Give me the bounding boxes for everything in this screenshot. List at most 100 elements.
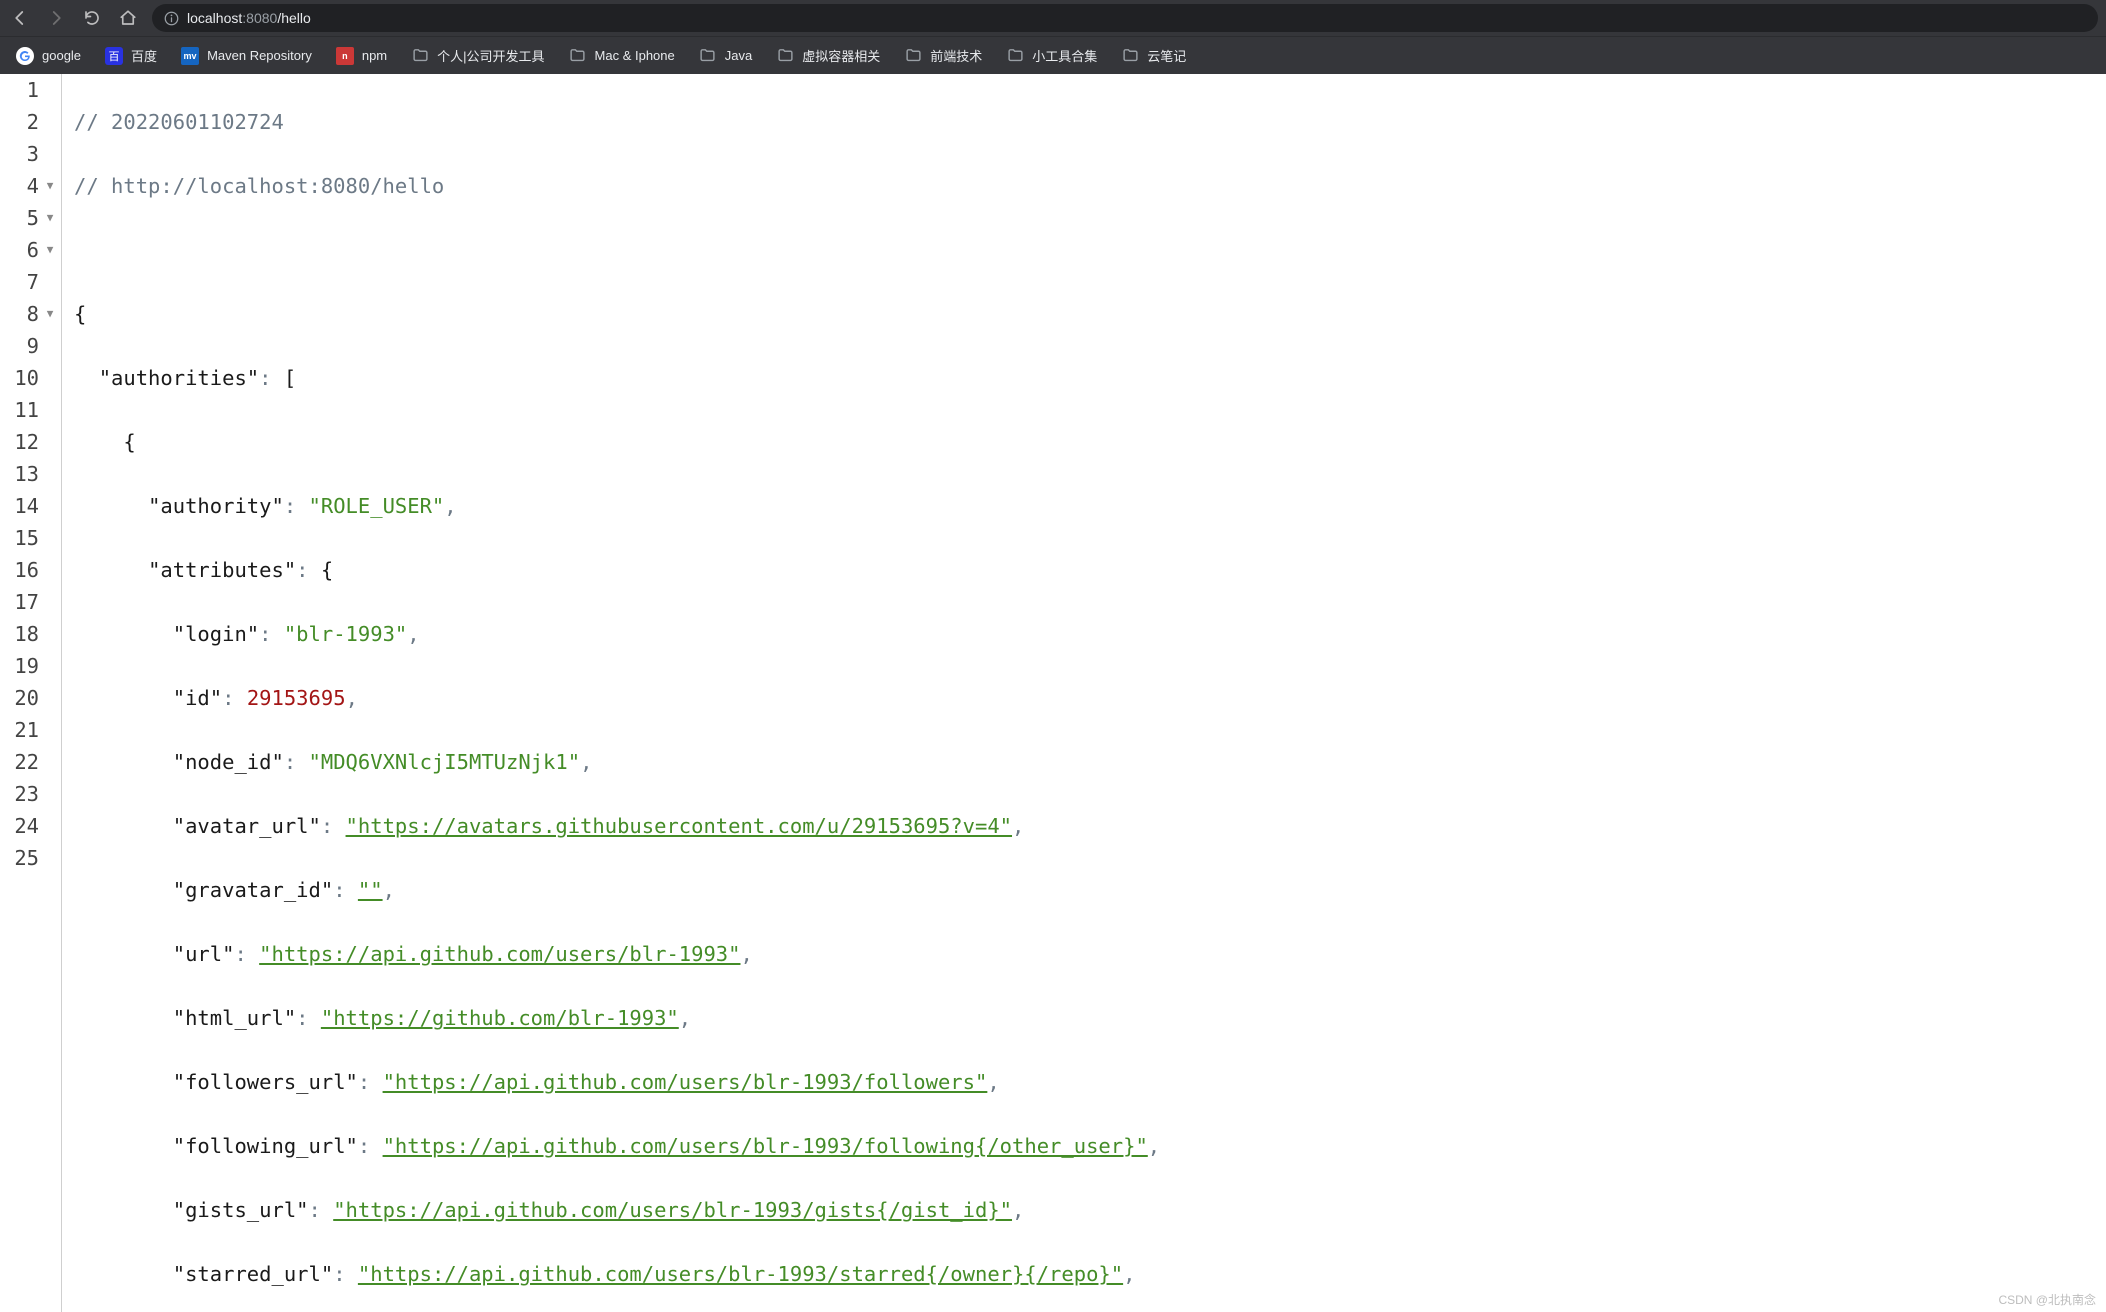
json-key: "starred_url" bbox=[173, 1262, 333, 1286]
json-key: "id" bbox=[173, 686, 222, 710]
line-number: 12 bbox=[0, 426, 55, 458]
json-link[interactable]: "https://api.github.com/users/blr-1993/f… bbox=[383, 1134, 1148, 1158]
browser-toolbar: localhost:8080/hello bbox=[0, 0, 2106, 36]
line-number: 6▼ bbox=[0, 234, 55, 266]
json-key: "avatar_url" bbox=[173, 814, 321, 838]
line-number: 5▼ bbox=[0, 202, 55, 234]
bookmark-item[interactable]: Java bbox=[689, 43, 762, 69]
watermark: CSDN @北执南念 bbox=[1998, 1291, 2096, 1308]
bookmark-label: 前端技术 bbox=[930, 46, 982, 65]
line-number: 23 bbox=[0, 778, 55, 810]
json-string: "MDQ6VXNlcjI5MTUzNjk1" bbox=[309, 750, 581, 774]
bookmark-item[interactable]: 小工具合集 bbox=[996, 42, 1107, 69]
json-link[interactable]: "" bbox=[358, 878, 383, 902]
folder-icon bbox=[904, 47, 922, 65]
bookmark-item[interactable]: 百百度 bbox=[95, 42, 167, 69]
fold-toggle-icon[interactable]: ▼ bbox=[45, 234, 55, 266]
bookmark-item[interactable]: 云笔记 bbox=[1111, 42, 1196, 69]
folder-icon bbox=[1121, 47, 1139, 65]
line-number: 15 bbox=[0, 522, 55, 554]
bookmark-item[interactable]: google bbox=[6, 43, 91, 69]
folder-icon bbox=[699, 47, 717, 65]
bookmark-label: 个人|公司开发工具 bbox=[437, 46, 544, 65]
bookmark-item[interactable]: Mac & Iphone bbox=[559, 43, 685, 69]
bookmark-item[interactable]: nnpm bbox=[326, 43, 397, 69]
line-number: 19 bbox=[0, 650, 55, 682]
comment: // 20220601102724 bbox=[74, 110, 284, 134]
json-viewer: 1234▼5▼6▼78▼9101112131415161718192021222… bbox=[0, 74, 2106, 1312]
comment: // http://localhost:8080/hello bbox=[74, 174, 444, 198]
folder-icon bbox=[1006, 47, 1024, 65]
line-number: 17 bbox=[0, 586, 55, 618]
json-link[interactable]: "https://api.github.com/users/blr-1993/f… bbox=[383, 1070, 988, 1094]
json-key: "node_id" bbox=[173, 750, 284, 774]
baidu-favicon-icon: 百 bbox=[105, 47, 123, 65]
address-bar[interactable]: localhost:8080/hello bbox=[152, 4, 2098, 32]
line-number: 4▼ bbox=[0, 170, 55, 202]
line-number-gutter: 1234▼5▼6▼78▼9101112131415161718192021222… bbox=[0, 74, 62, 1312]
bookmark-item[interactable]: 前端技术 bbox=[894, 42, 992, 69]
code-area: // 20220601102724 // http://localhost:80… bbox=[62, 74, 2106, 1312]
bookmarks-bar: google 百百度 mv Maven Repository nnpm 个人|公司开发工具… bbox=[0, 36, 2106, 74]
fold-toggle-icon[interactable]: ▼ bbox=[45, 170, 55, 202]
line-number: 20 bbox=[0, 682, 55, 714]
bookmark-item[interactable]: 虚拟容器相关 bbox=[766, 42, 890, 69]
fold-toggle-icon[interactable]: ▼ bbox=[45, 298, 55, 330]
line-number: 3 bbox=[0, 138, 55, 170]
folder-icon bbox=[411, 47, 429, 65]
site-info-icon[interactable] bbox=[164, 11, 179, 26]
json-key: "gravatar_id" bbox=[173, 878, 333, 902]
bookmark-item[interactable]: mv Maven Repository bbox=[171, 43, 322, 69]
bookmark-label: Maven Repository bbox=[207, 48, 312, 63]
json-key: "html_url" bbox=[173, 1006, 296, 1030]
line-number: 8▼ bbox=[0, 298, 55, 330]
line-number: 16 bbox=[0, 554, 55, 586]
json-key: "following_url" bbox=[173, 1134, 358, 1158]
line-number: 21 bbox=[0, 714, 55, 746]
line-number: 2 bbox=[0, 106, 55, 138]
folder-icon bbox=[569, 47, 587, 65]
json-key: "attributes" bbox=[148, 558, 296, 582]
json-key: "gists_url" bbox=[173, 1198, 309, 1222]
line-number: 7 bbox=[0, 266, 55, 298]
fold-toggle-icon[interactable]: ▼ bbox=[45, 202, 55, 234]
line-number: 10 bbox=[0, 362, 55, 394]
line-number: 18 bbox=[0, 618, 55, 650]
bookmark-item[interactable]: 个人|公司开发工具 bbox=[401, 42, 554, 69]
reload-button[interactable] bbox=[80, 6, 104, 30]
folder-icon bbox=[776, 47, 794, 65]
npm-favicon-icon: n bbox=[336, 47, 354, 65]
line-number: 22 bbox=[0, 746, 55, 778]
json-string: "ROLE_USER" bbox=[309, 494, 445, 518]
bookmark-label: 虚拟容器相关 bbox=[802, 46, 880, 65]
bookmark-label: 百度 bbox=[131, 46, 157, 65]
line-number: 25 bbox=[0, 842, 55, 874]
bookmark-label: npm bbox=[362, 48, 387, 63]
line-number: 11 bbox=[0, 394, 55, 426]
json-key: "authorities" bbox=[99, 366, 259, 390]
bookmark-label: google bbox=[42, 48, 81, 63]
bookmark-label: 云笔记 bbox=[1147, 46, 1186, 65]
json-key: "login" bbox=[173, 622, 259, 646]
json-link[interactable]: "https://api.github.com/users/blr-1993/s… bbox=[358, 1262, 1123, 1286]
home-button[interactable] bbox=[116, 6, 140, 30]
line-number: 1 bbox=[0, 74, 55, 106]
maven-favicon-icon: mv bbox=[181, 47, 199, 65]
bookmark-label: 小工具合集 bbox=[1032, 46, 1097, 65]
line-number: 13 bbox=[0, 458, 55, 490]
json-string: "blr-1993" bbox=[284, 622, 407, 646]
forward-button[interactable] bbox=[44, 6, 68, 30]
line-number: 24 bbox=[0, 810, 55, 842]
line-number: 9 bbox=[0, 330, 55, 362]
json-number: 29153695 bbox=[247, 686, 346, 710]
json-link[interactable]: "https://api.github.com/users/blr-1993/g… bbox=[333, 1198, 1012, 1222]
json-link[interactable]: "https://avatars.githubusercontent.com/u… bbox=[346, 814, 1012, 838]
bookmark-label: Java bbox=[725, 48, 752, 63]
back-button[interactable] bbox=[8, 6, 32, 30]
json-link[interactable]: "https://github.com/blr-1993" bbox=[321, 1006, 679, 1030]
json-link[interactable]: "https://api.github.com/users/blr-1993" bbox=[259, 942, 740, 966]
google-favicon-icon bbox=[16, 47, 34, 65]
json-key: "url" bbox=[173, 942, 235, 966]
line-number: 14 bbox=[0, 490, 55, 522]
json-key: "authority" bbox=[148, 494, 284, 518]
